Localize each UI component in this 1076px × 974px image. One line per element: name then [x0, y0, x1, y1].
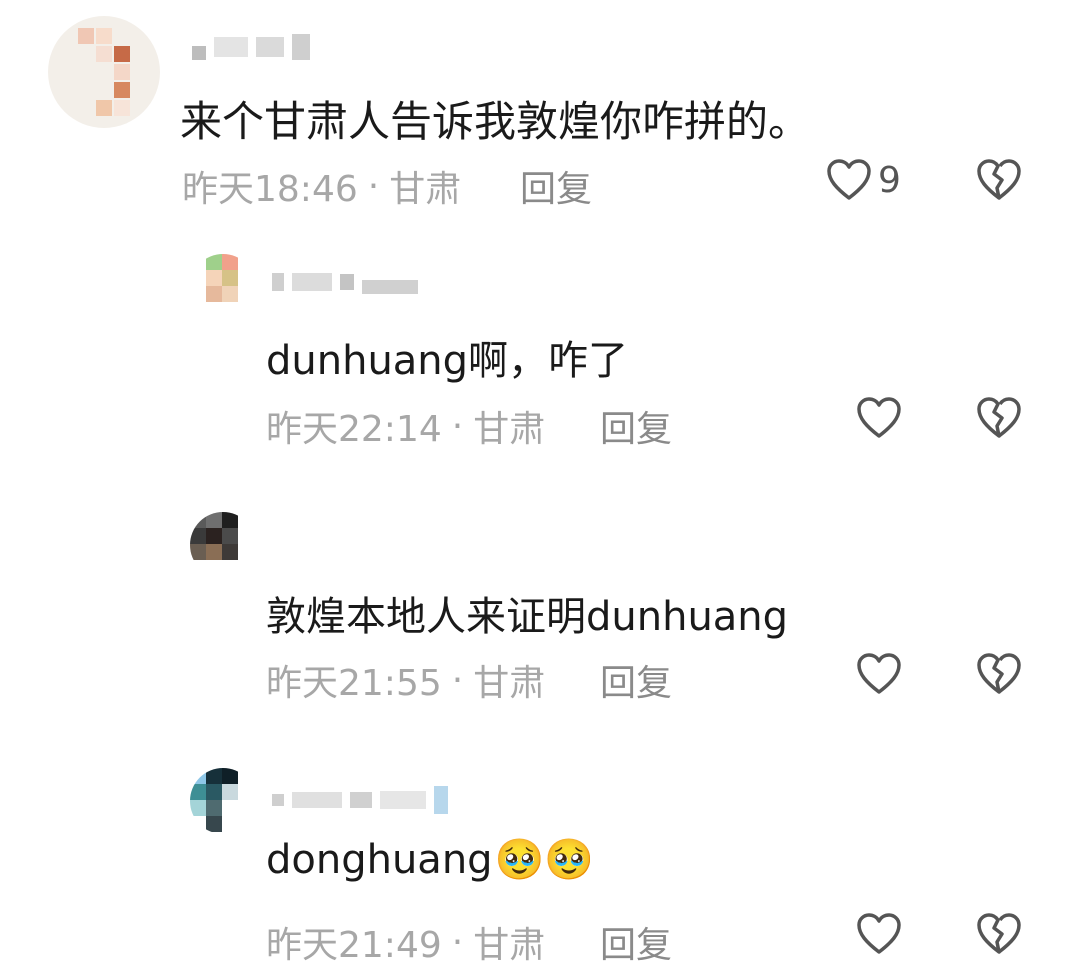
like-button[interactable] [856, 396, 908, 440]
avatar[interactable] [48, 16, 160, 128]
dislike-button[interactable] [976, 912, 1022, 956]
heart-outline-icon [856, 396, 902, 440]
comment-meta: 昨天21:55 · 甘肃 [266, 654, 545, 706]
comment-meta: 昨天21:49 · 甘肃 [266, 916, 545, 968]
broken-heart-icon [976, 396, 1022, 440]
comment-text: 来个甘肃人告诉我敦煌你咋拼的。 [180, 97, 811, 146]
username-blurred[interactable] [272, 270, 418, 294]
timestamp: 昨天21:55 [266, 663, 442, 704]
dislike-button[interactable] [976, 158, 1022, 202]
comment-top: 来个甘肃人告诉我敦煌你咋拼的。 昨天18:46 · 甘肃 回复 9 [0, 0, 1076, 230]
broken-heart-icon [976, 652, 1022, 696]
comment-reply: 敦煌本地人来证明dunhuang 昨天21:55 · 甘肃 回复 [0, 498, 1076, 728]
avatar[interactable] [190, 254, 256, 320]
like-button[interactable] [856, 652, 908, 696]
separator: · [367, 165, 380, 207]
broken-heart-icon [976, 158, 1022, 202]
comment-text-body: donghuang [266, 836, 493, 883]
location: 甘肃 [473, 409, 546, 450]
reply-button[interactable]: 回复 [600, 654, 672, 706]
comment-meta: 昨天22:14 · 甘肃 [266, 400, 545, 452]
location: 甘肃 [473, 925, 546, 966]
reply-button[interactable]: 回复 [520, 160, 592, 212]
location: 甘肃 [389, 169, 462, 210]
comment-reply: donghuang 🥹🥹 昨天21:49 · 甘肃 回复 [0, 758, 1076, 974]
comment-text: dunhuang啊，咋了 [266, 338, 629, 384]
pleading-face-emoji: 🥹🥹 [494, 837, 595, 883]
avatar[interactable] [190, 512, 256, 578]
comment-reply: dunhuang啊，咋了 昨天22:14 · 甘肃 回复 [0, 240, 1076, 470]
comment-meta: 昨天18:46 · 甘肃 [182, 160, 461, 212]
location: 甘肃 [473, 663, 546, 704]
separator: · [451, 659, 464, 701]
timestamp: 昨天18:46 [182, 169, 358, 210]
heart-outline-icon [856, 652, 902, 696]
reply-button[interactable]: 回复 [600, 400, 672, 452]
timestamp: 昨天22:14 [266, 409, 442, 450]
broken-heart-icon [976, 912, 1022, 956]
comment-text: donghuang 🥹🥹 [266, 836, 595, 884]
like-count: 9 [878, 159, 901, 201]
username-blurred[interactable] [192, 34, 310, 60]
comment-text: 敦煌本地人来证明dunhuang [266, 594, 789, 640]
heart-outline-icon [856, 912, 902, 956]
dislike-button[interactable] [976, 396, 1022, 440]
username-blurred[interactable] [272, 786, 448, 814]
separator: · [451, 921, 464, 963]
reply-button[interactable]: 回复 [600, 916, 672, 968]
like-button[interactable]: 9 [826, 158, 901, 202]
timestamp: 昨天21:49 [266, 925, 442, 966]
heart-outline-icon [826, 158, 872, 202]
like-button[interactable] [856, 912, 908, 956]
avatar[interactable] [190, 768, 256, 834]
separator: · [451, 405, 464, 447]
dislike-button[interactable] [976, 652, 1022, 696]
